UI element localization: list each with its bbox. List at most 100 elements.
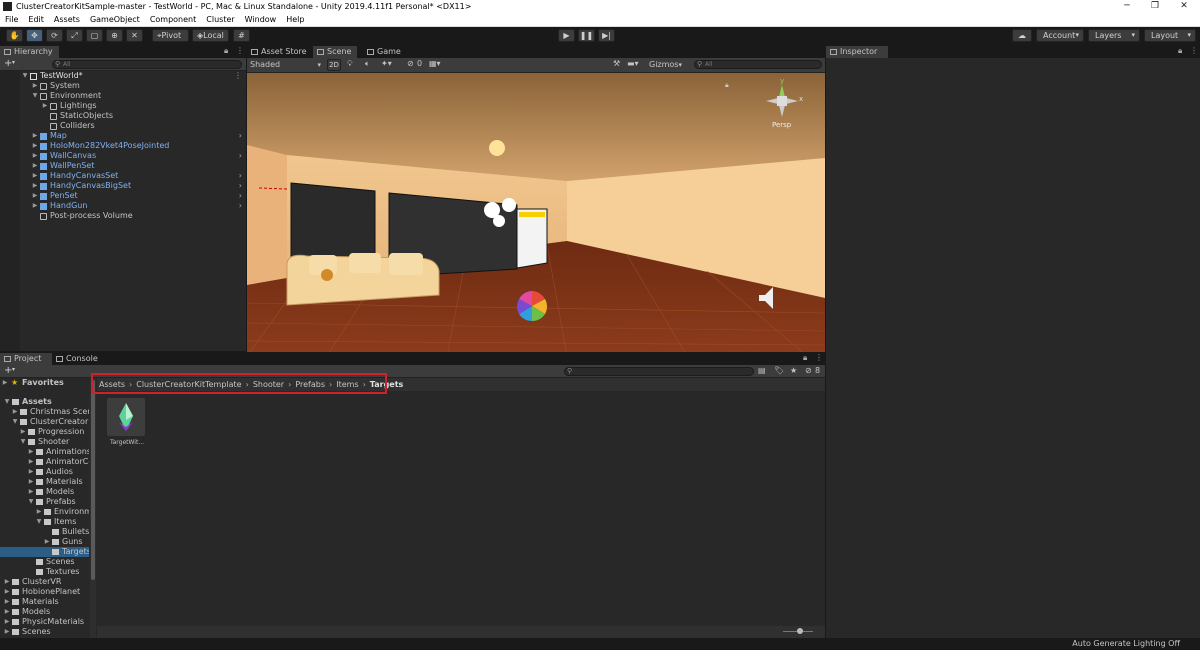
expand-arrow-icon[interactable]: ▼ bbox=[31, 91, 39, 101]
shading-mode-dropdown[interactable]: Shaded ▾ bbox=[249, 59, 323, 71]
expand-arrow-icon[interactable]: ▶ bbox=[31, 131, 39, 141]
expand-arrow-icon[interactable]: ▶ bbox=[3, 617, 11, 627]
expand-arrow-icon[interactable]: ▶ bbox=[31, 151, 39, 161]
menu-cluster[interactable]: Cluster bbox=[201, 15, 239, 24]
tools-settings-icon[interactable]: ⚒ bbox=[613, 59, 620, 68]
expand-arrow-icon[interactable]: ▼ bbox=[35, 517, 43, 527]
expand-arrow-icon[interactable]: ▶ bbox=[3, 607, 11, 617]
snap-toggle-button[interactable]: # bbox=[233, 29, 250, 42]
folder-item[interactable]: ▶ PhysicMaterials bbox=[0, 617, 89, 627]
close-button[interactable]: ✕ bbox=[1170, 0, 1198, 13]
expand-arrow-icon[interactable]: ▶ bbox=[27, 457, 35, 467]
panel-menu-icon[interactable]: ⋮ bbox=[236, 46, 244, 55]
menu-component[interactable]: Component bbox=[145, 15, 201, 24]
tree-scrollbar[interactable] bbox=[90, 378, 96, 638]
chevron-right-icon[interactable]: › bbox=[239, 191, 242, 201]
expand-arrow-icon[interactable]: ▶ bbox=[27, 447, 35, 457]
chevron-right-icon[interactable]: › bbox=[239, 171, 242, 181]
chevron-right-icon[interactable]: › bbox=[239, 181, 242, 191]
search-by-label-icon[interactable]: 🏷︎ bbox=[774, 366, 784, 375]
hierarchy-item[interactable]: ▶ PenSet › bbox=[0, 191, 246, 201]
tab-inspector[interactable]: Inspector bbox=[826, 46, 888, 58]
expand-arrow-icon[interactable]: ▶ bbox=[31, 81, 39, 91]
hierarchy-item[interactable]: ▼ TestWorld* ⋮ bbox=[0, 71, 246, 81]
chevron-down-icon[interactable]: ▾ bbox=[12, 366, 15, 373]
rect-tool-button[interactable]: ▢ bbox=[86, 29, 103, 42]
folder-item[interactable]: ▶ AnimatorCo bbox=[0, 457, 89, 467]
folder-item[interactable]: Textures bbox=[0, 567, 89, 577]
folder-item[interactable]: ▶ Christmas Scene bbox=[0, 407, 89, 417]
menu-file[interactable]: File bbox=[0, 15, 23, 24]
folder-item[interactable]: ▼ ClusterCreatorKit bbox=[0, 417, 89, 427]
move-tool-button[interactable]: ✥ bbox=[26, 29, 43, 42]
expand-arrow-icon[interactable]: ▶ bbox=[31, 161, 39, 171]
gizmos-dropdown[interactable]: Gizmos▾ bbox=[647, 59, 689, 71]
expand-arrow-icon[interactable]: ▶ bbox=[31, 171, 39, 181]
account-dropdown[interactable]: Account bbox=[1036, 29, 1084, 42]
play-button[interactable]: ▶ bbox=[558, 29, 575, 42]
hierarchy-item[interactable]: ▶ Map › bbox=[0, 131, 246, 141]
expand-arrow-icon[interactable]: ▶ bbox=[3, 597, 11, 607]
project-search-input[interactable] bbox=[564, 367, 754, 376]
folder-item[interactable]: ▼ Items bbox=[0, 517, 89, 527]
folder-item[interactable]: Scenes bbox=[0, 557, 89, 567]
chevron-right-icon[interactable]: › bbox=[239, 151, 242, 161]
step-button[interactable]: ▶| bbox=[598, 29, 615, 42]
local-toggle[interactable]: ◈Local bbox=[192, 29, 229, 42]
chevron-right-icon[interactable]: › bbox=[239, 201, 242, 211]
tab-console[interactable]: Console bbox=[52, 353, 104, 365]
menu-gameobject[interactable]: GameObject bbox=[85, 15, 145, 24]
folder-item[interactable]: ▶ ClusterVR bbox=[0, 577, 89, 587]
menu-assets[interactable]: Assets bbox=[49, 15, 85, 24]
tab-asset-store[interactable]: Asset Store bbox=[247, 46, 313, 58]
tab-scene[interactable]: Scene bbox=[313, 46, 358, 58]
expand-arrow-icon[interactable]: ▶ bbox=[3, 627, 11, 637]
hierarchy-item[interactable]: Post-process Volume bbox=[0, 211, 246, 221]
folder-item[interactable]: ▼ Shooter bbox=[0, 437, 89, 447]
expand-arrow-icon[interactable]: ▶ bbox=[31, 181, 39, 191]
menu-help[interactable]: Help bbox=[281, 15, 309, 24]
folder-item[interactable]: ▶ Environm bbox=[0, 507, 89, 517]
hierarchy-item[interactable]: ▶ HandGun › bbox=[0, 201, 246, 211]
layers-dropdown[interactable]: Layers bbox=[1088, 29, 1140, 42]
folder-item[interactable]: ▶ Materials bbox=[0, 597, 89, 607]
folder-item[interactable]: ▶ Scenes bbox=[0, 627, 89, 637]
folder-item[interactable]: ▶ Progression bbox=[0, 427, 89, 437]
scene-menu-icon[interactable]: ⋮ bbox=[234, 71, 242, 81]
expand-arrow-icon[interactable]: ▶ bbox=[27, 467, 35, 477]
lock-view-icon[interactable]: 🔒︎ bbox=[725, 81, 729, 90]
camera-settings-icon[interactable]: ▬▾ bbox=[627, 59, 639, 68]
favorite-star-icon[interactable]: ★ bbox=[790, 366, 797, 375]
hierarchy-item[interactable]: ▶ WallCanvas › bbox=[0, 151, 246, 161]
hierarchy-item[interactable]: ▶ WallPenSet bbox=[0, 161, 246, 171]
rotate-tool-button[interactable]: ⟳ bbox=[46, 29, 63, 42]
folder-item[interactable]: ▶ Animations bbox=[0, 447, 89, 457]
tab-project[interactable]: Project bbox=[0, 353, 52, 365]
expand-arrow-icon[interactable]: ▶ bbox=[27, 487, 35, 497]
folder-item[interactable]: ▶ Models bbox=[0, 607, 89, 617]
scale-tool-button[interactable]: ⤢ bbox=[66, 29, 83, 42]
folder-item[interactable]: Targets bbox=[0, 547, 89, 557]
folder-item[interactable]: Bullets bbox=[0, 527, 89, 537]
folder-item[interactable]: ▶ HobionePlanet bbox=[0, 587, 89, 597]
hierarchy-item[interactable]: ▼ Environment bbox=[0, 91, 246, 101]
tab-game[interactable]: Game bbox=[363, 46, 407, 58]
menu-window[interactable]: Window bbox=[240, 15, 282, 24]
pause-button[interactable]: ❚❚ bbox=[578, 29, 595, 42]
expand-arrow-icon[interactable]: ▶ bbox=[31, 191, 39, 201]
audio-toggle-icon[interactable]: 🔈︎ bbox=[365, 59, 370, 69]
layout-dropdown[interactable]: Layout bbox=[1144, 29, 1196, 42]
expand-arrow-icon[interactable]: ▶ bbox=[31, 141, 39, 151]
custom-tool-button[interactable]: ✕ bbox=[126, 29, 143, 42]
maximize-button[interactable]: ❐ bbox=[1141, 0, 1169, 13]
scene-orientation-gizmo[interactable]: y x Persp bbox=[762, 77, 803, 129]
hierarchy-item[interactable]: ▶ HandyCanvasBigSet › bbox=[0, 181, 246, 191]
lock-icon[interactable]: 🔒︎ bbox=[224, 46, 228, 56]
expand-arrow-icon[interactable]: ▶ bbox=[27, 477, 35, 487]
expand-arrow-icon[interactable]: ▶ bbox=[3, 587, 11, 597]
expand-arrow-icon[interactable]: ▼ bbox=[19, 437, 27, 447]
hidden-objects-icon[interactable]: ⊘ bbox=[407, 59, 414, 68]
folder-item[interactable]: ▶ Guns bbox=[0, 537, 89, 547]
transform-tool-button[interactable]: ⊕ bbox=[106, 29, 123, 42]
zoom-slider-thumb[interactable] bbox=[797, 628, 803, 634]
